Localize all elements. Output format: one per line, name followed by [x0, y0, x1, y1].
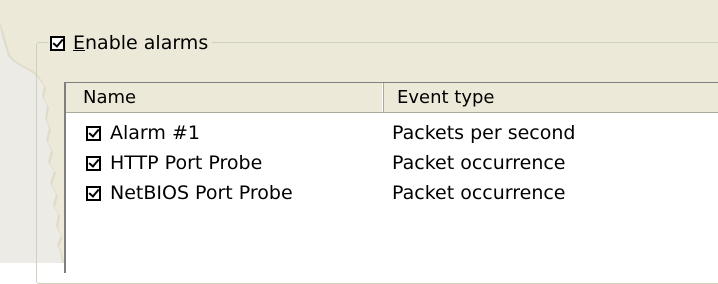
alarms-listview[interactable]: Name Event type Alarm #1 Packets per sec…: [64, 82, 718, 273]
enable-alarms-checkbox[interactable]: Enable alarms: [48, 32, 213, 54]
checkbox-icon[interactable]: [50, 35, 65, 51]
row-checkbox-icon[interactable]: [86, 155, 101, 171]
alarm-event-type: Packet occurrence: [392, 152, 566, 174]
enable-alarms-label[interactable]: Enable alarms: [73, 32, 208, 54]
alarm-event-type: Packet occurrence: [392, 182, 566, 204]
alarm-event-type: Packets per second: [392, 122, 576, 144]
alarm-name: HTTP Port Probe: [110, 152, 263, 174]
table-row[interactable]: HTTP Port Probe Packet occurrence: [66, 148, 718, 178]
alarm-name: Alarm #1: [110, 122, 200, 144]
row-checkbox-icon[interactable]: [86, 185, 101, 201]
column-header-event-type[interactable]: Event type: [384, 83, 718, 113]
list-header: Name Event type: [66, 83, 718, 113]
row-checkbox-icon[interactable]: [86, 125, 101, 141]
column-header-name[interactable]: Name: [66, 83, 384, 113]
alarm-name: NetBIOS Port Probe: [110, 182, 293, 204]
table-row[interactable]: NetBIOS Port Probe Packet occurrence: [66, 178, 718, 208]
table-row[interactable]: Alarm #1 Packets per second: [66, 118, 718, 148]
